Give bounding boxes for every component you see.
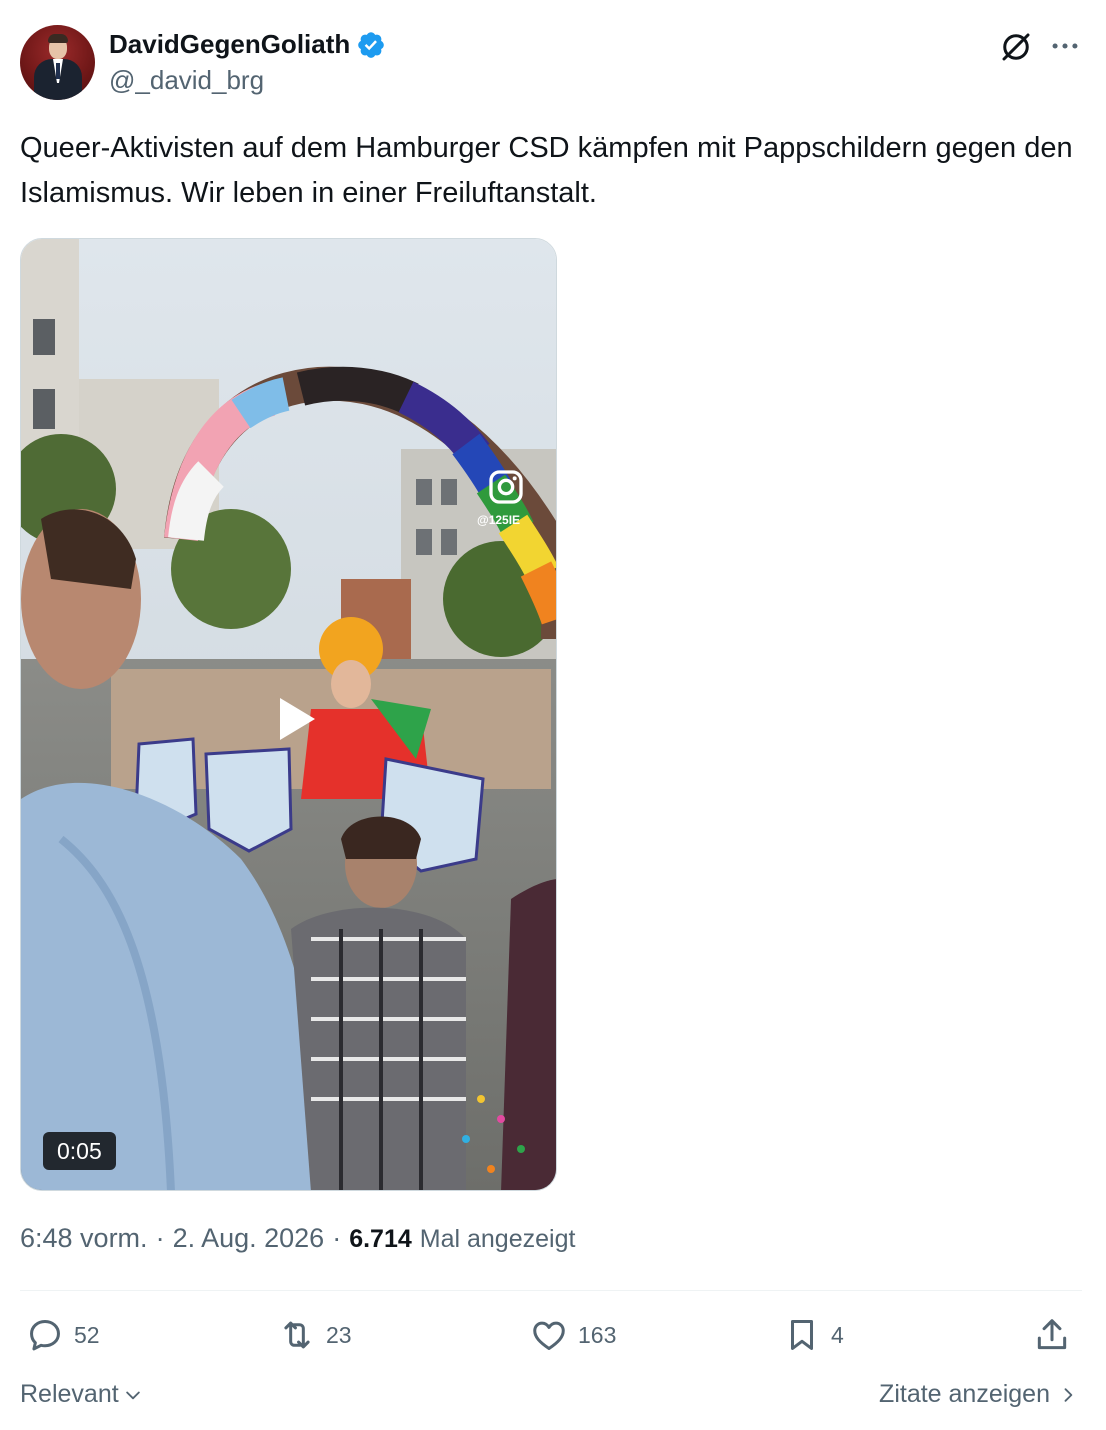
reply-button[interactable]: 52 [26, 1310, 100, 1360]
tweet-text: Queer-Aktivisten auf dem Hamburger CSD k… [20, 132, 1073, 209]
chevron-down-icon [125, 1391, 140, 1399]
repost-icon [284, 1321, 310, 1349]
like-icon [533, 1321, 565, 1350]
bookmark-icon [790, 1320, 814, 1350]
views-count: 6.714 [349, 1225, 412, 1253]
verified-badge-icon [358, 31, 385, 58]
author-handle[interactable]: @_david_brg [109, 65, 264, 96]
reply-icon [30, 1320, 60, 1351]
sort-dropdown[interactable]: Relevant [20, 1380, 143, 1409]
quotes-label: Zitate anzeigen [879, 1380, 1050, 1408]
view-quotes-link[interactable]: Zitate anzeigen [879, 1380, 1078, 1409]
like-count: 163 [578, 1321, 617, 1348]
video-duration: 0:05 [43, 1132, 116, 1170]
watermark-handle: @125IE [477, 513, 521, 527]
chevron-right-icon [1064, 1387, 1073, 1402]
action-bar: 52 23 163 4 [20, 1310, 1086, 1360]
bookmark-count: 4 [831, 1321, 844, 1348]
meta-separator: · [155, 1223, 165, 1253]
more-icon[interactable] [1048, 29, 1082, 63]
reply-count: 52 [74, 1321, 100, 1348]
views-label: Mal angezeigt [419, 1225, 576, 1253]
tweet-date[interactable]: 2. Aug. 2026 [173, 1223, 325, 1254]
repost-count: 23 [326, 1321, 352, 1348]
share-button[interactable] [1033, 1310, 1071, 1360]
tweet-meta: 6:48 vorm. · 2. Aug. 2026 · 6.714 Mal an… [20, 1223, 575, 1254]
instagram-icon [489, 470, 523, 504]
avatar[interactable] [20, 25, 95, 100]
display-name[interactable]: DavidGegenGoliath [109, 29, 350, 60]
repost-button[interactable]: 23 [278, 1310, 352, 1360]
like-button[interactable]: 163 [530, 1310, 616, 1360]
share-icon [1037, 1319, 1067, 1350]
bookmark-button[interactable]: 4 [783, 1310, 844, 1360]
grok-icon[interactable] [998, 29, 1034, 65]
divider [20, 1290, 1082, 1291]
tweet-time[interactable]: 6:48 vorm. [20, 1223, 148, 1254]
sort-label: Relevant [20, 1380, 119, 1408]
author-name-row[interactable]: DavidGegenGoliath [109, 29, 386, 60]
meta-separator: · [332, 1223, 342, 1253]
video-player[interactable]: @125IE 0:05 [20, 238, 557, 1191]
tweet-header: DavidGegenGoliath @_david_brg [20, 25, 1086, 101]
play-icon[interactable] [266, 691, 322, 747]
